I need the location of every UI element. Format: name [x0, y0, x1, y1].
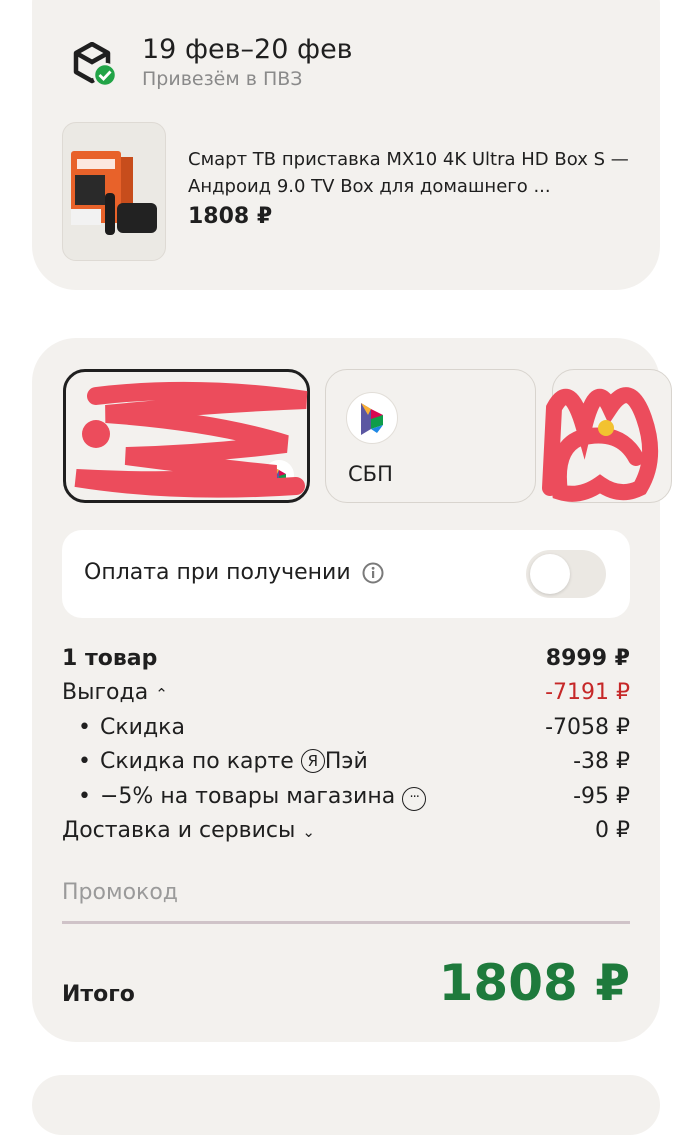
delivery-services-label: Доставка и сервисы	[62, 818, 296, 843]
discount-value: -7058 ₽	[545, 715, 630, 740]
product-title[interactable]: Смарт ТВ приставка MX10 4K Ultra HD Box …	[188, 146, 638, 200]
payment-method-other[interactable]	[552, 369, 672, 503]
benefit-label: Выгода	[62, 680, 149, 705]
product-price: 1808 ₽	[188, 204, 273, 229]
promo-code-input[interactable]: Промокод	[62, 880, 178, 905]
promo-underline	[62, 921, 630, 924]
delivery-card: 19 фев–20 фев Привезём в ПВЗ Смарт ТВ пр…	[32, 0, 660, 290]
more-dots-icon[interactable]: ···	[402, 787, 427, 811]
benefit-row[interactable]: Выгода ⌃ -7191 ₽	[62, 680, 630, 714]
card-discount-label: Скидка по карте	[100, 749, 294, 774]
shop-discount-label: −5% на товары магазина	[100, 784, 396, 809]
items-row: 1 товар 8999 ₽	[62, 646, 630, 680]
total-label: Итого	[62, 982, 135, 1007]
sbp-logo-icon	[346, 392, 398, 444]
card-discount-brand: Пэй	[324, 749, 368, 774]
yandex-pay-icon: Я	[300, 749, 325, 773]
benefit-value: -7191 ₽	[545, 680, 630, 705]
card-discount-row: • Скидка по карте Я Пэй -38 ₽	[62, 749, 630, 783]
payment-method-card[interactable]	[63, 369, 310, 503]
shop-discount-row: • −5% на товары магазина ··· -95 ₽	[62, 784, 630, 818]
next-card	[32, 1075, 660, 1135]
payment-method-sbp[interactable]: СБП	[325, 369, 536, 503]
delivery-method: Привезём в ПВЗ	[142, 68, 303, 90]
delivery-date: 19 фев–20 фев	[142, 34, 353, 65]
delivery-services-row[interactable]: Доставка и сервисы ⌄ 0 ₽	[62, 818, 630, 852]
checkout-card: СБП Оплата при получении 1 товар 8999 ₽ …	[32, 338, 672, 1042]
info-icon[interactable]	[362, 562, 384, 584]
discount-label: Скидка	[100, 715, 185, 740]
items-value: 8999 ₽	[545, 646, 630, 671]
items-label: 1 товар	[62, 646, 158, 671]
toggle-knob	[530, 554, 570, 594]
cash-on-delivery-label: Оплата при получении	[84, 560, 351, 585]
bullet: •	[78, 749, 91, 774]
cash-on-delivery-row: Оплата при получении	[62, 530, 630, 618]
total-value: 1808 ₽	[438, 954, 630, 1012]
cash-on-delivery-toggle[interactable]	[526, 550, 606, 598]
chevron-up-icon[interactable]: ⌃	[155, 685, 168, 703]
bullet: •	[78, 715, 91, 740]
bullet: •	[78, 784, 91, 809]
sbp-badge-icon	[264, 460, 294, 490]
delivery-services-value: 0 ₽	[595, 818, 630, 843]
chevron-down-icon[interactable]: ⌄	[302, 823, 315, 841]
card-discount-value: -38 ₽	[573, 749, 630, 774]
sbp-label: СБП	[348, 462, 393, 486]
package-check-icon	[73, 42, 118, 88]
product-image[interactable]	[62, 122, 166, 261]
shop-discount-value: -95 ₽	[573, 784, 630, 809]
discount-row: • Скидка -7058 ₽	[62, 715, 630, 749]
